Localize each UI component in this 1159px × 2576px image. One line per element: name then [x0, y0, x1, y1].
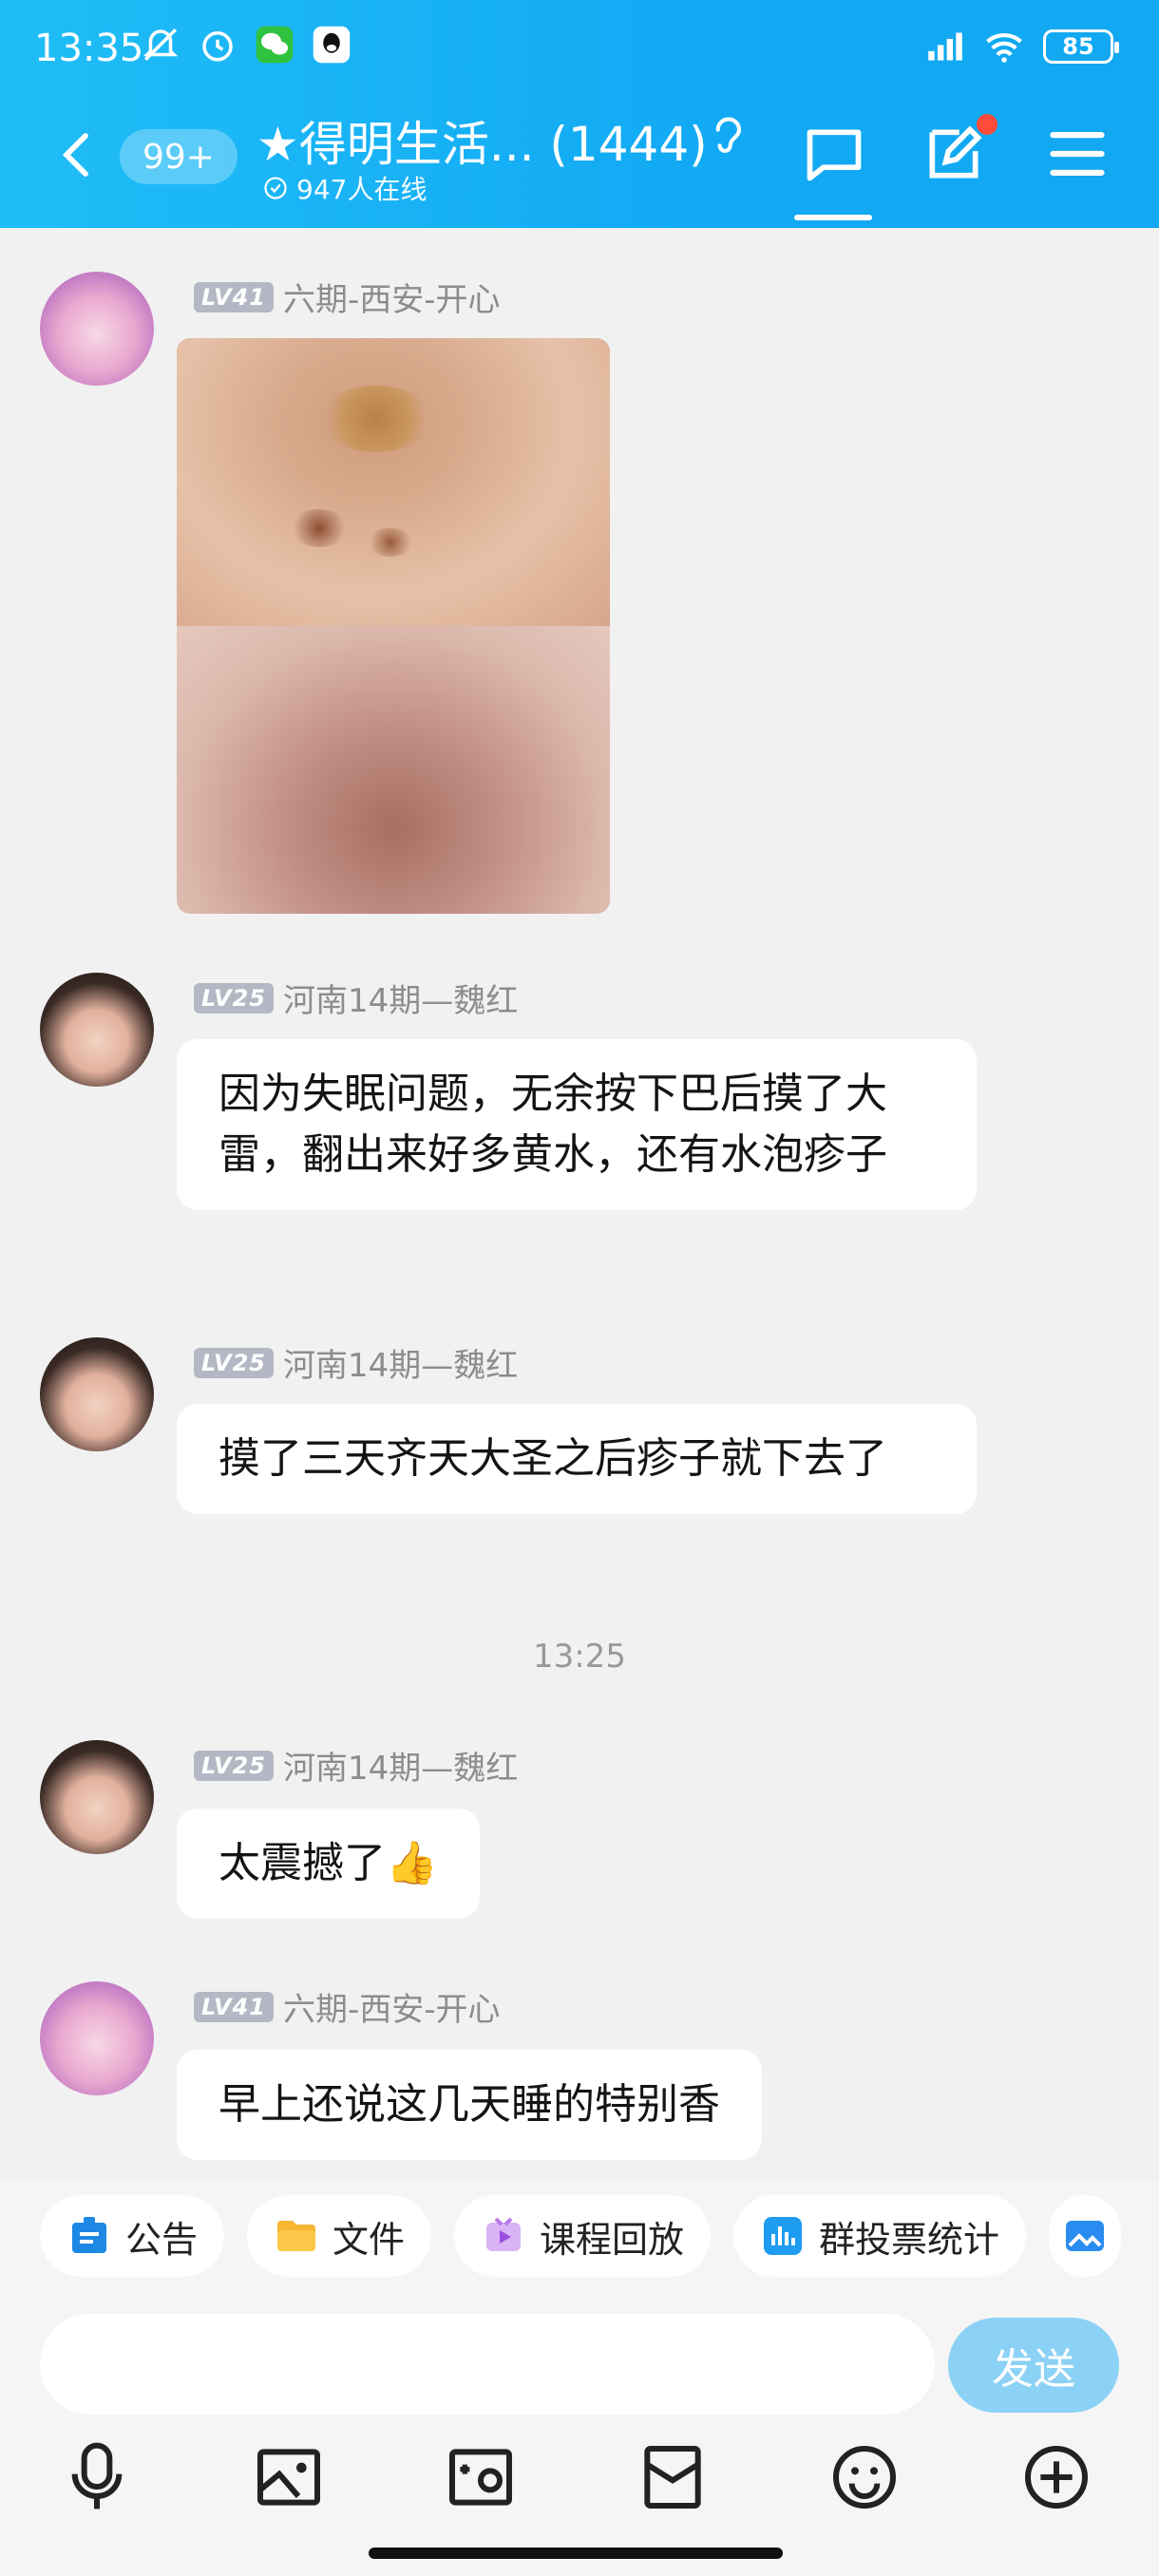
level-badge: LV25: [194, 1750, 274, 1781]
sender-name: 六期-西安-开心: [282, 1991, 501, 2029]
announcement-icon: [66, 2213, 112, 2259]
photo-bottom-half: [177, 626, 610, 914]
level-badge: LV41: [194, 1991, 274, 2022]
status-icons-right: 85: [925, 27, 1119, 66]
playback-chip[interactable]: 课程回放: [454, 2195, 712, 2277]
plus-icon[interactable]: [1018, 2439, 1094, 2515]
check-circle-icon: [264, 177, 287, 199]
avatar[interactable]: [40, 973, 154, 1087]
avatar[interactable]: [40, 1981, 154, 2095]
sender-name: 河南14期—魏红: [282, 1750, 519, 1788]
input-area: 发送: [0, 2291, 1159, 2576]
level-badge: LV25: [194, 1347, 274, 1378]
wechat-icon: [255, 25, 294, 65]
chart-icon: [760, 2213, 806, 2259]
chip-label: 课程回放: [540, 2218, 685, 2261]
notification-dot: [977, 114, 998, 135]
photo-album-icon: [1062, 2213, 1108, 2259]
more-chip[interactable]: [1049, 2195, 1122, 2277]
header: 13:35 85 99+ ★得明生活... (1444) 947人在线: [0, 0, 1159, 228]
image-icon[interactable]: [251, 2439, 327, 2515]
signal-icon: [925, 27, 965, 66]
sender-row: LV41 六期-西安-开心: [194, 274, 501, 320]
unread-badge[interactable]: 99+: [120, 129, 238, 184]
playback-icon: [481, 2213, 526, 2259]
quick-actions-bar: 公告 文件 课程回放 群投票统计: [0, 2181, 1159, 2291]
alarm-icon: [198, 25, 238, 65]
time-separator: 13:25: [533, 1638, 626, 1676]
sender-name: 六期-西安-开心: [282, 281, 501, 319]
ear-icon[interactable]: [705, 112, 749, 161]
image-message[interactable]: [177, 338, 610, 914]
sender-row: LV25 河南14期—魏红: [194, 975, 518, 1021]
online-label: 947人在线: [296, 174, 428, 205]
announcement-chip[interactable]: 公告: [40, 2195, 225, 2277]
group-title[interactable]: ★得明生活... (1444): [256, 106, 708, 175]
avatar[interactable]: [40, 272, 154, 386]
sender-row: LV41 六期-西安-开心: [194, 1983, 501, 2030]
status-time: 13:35: [34, 27, 144, 70]
mute-icon: [141, 25, 180, 65]
battery-icon: 85: [1043, 29, 1119, 64]
photo-top-half: [177, 338, 610, 626]
sender-row: LV25 河南14期—魏红: [194, 1339, 518, 1386]
message-bubble[interactable]: 太震撼了👍: [177, 1809, 480, 1919]
message-bubble[interactable]: 因为失眠问题，无余按下巴后摸了大雷，翻出来好多黄水，还有水泡疹子: [177, 1039, 977, 1210]
sender-name: 河南14期—魏红: [282, 982, 519, 1020]
chat-tab-icon[interactable]: [802, 122, 866, 186]
message-bubble[interactable]: 摸了三天齐天大圣之后疹子就下去了: [177, 1404, 977, 1514]
file-chip[interactable]: 文件: [247, 2195, 432, 2277]
wifi-icon: [984, 27, 1024, 66]
chip-label: 文件: [332, 2218, 406, 2261]
status-icons-left: [141, 25, 352, 65]
online-count: 947人在线: [262, 169, 427, 207]
home-indicator[interactable]: [369, 2548, 783, 2559]
avatar[interactable]: [40, 1337, 154, 1451]
menu-icon[interactable]: [1045, 122, 1110, 186]
active-tab-indicator: [794, 215, 872, 220]
avatar[interactable]: [40, 1740, 154, 1854]
mic-icon[interactable]: [59, 2439, 135, 2515]
camera-icon[interactable]: [443, 2439, 519, 2515]
chip-label: 公告: [125, 2218, 199, 2261]
send-button[interactable]: 发送: [948, 2318, 1119, 2413]
folder-icon: [274, 2213, 319, 2259]
sender-row: LV25 河南14期—魏红: [194, 1742, 518, 1789]
message-bubble[interactable]: 早上还说这几天睡的特别香: [177, 2050, 762, 2160]
message-input[interactable]: [40, 2314, 935, 2415]
level-badge: LV25: [194, 982, 274, 1013]
edit-icon[interactable]: [922, 122, 986, 186]
red-packet-icon[interactable]: [635, 2439, 711, 2515]
qq-icon: [312, 25, 352, 65]
back-button[interactable]: [57, 131, 95, 179]
emoji-icon[interactable]: [826, 2439, 902, 2515]
level-badge: LV41: [194, 281, 274, 313]
sender-name: 河南14期—魏红: [282, 1347, 519, 1385]
vote-chip[interactable]: 群投票统计: [733, 2195, 1027, 2277]
chip-label: 群投票统计: [819, 2218, 1000, 2261]
